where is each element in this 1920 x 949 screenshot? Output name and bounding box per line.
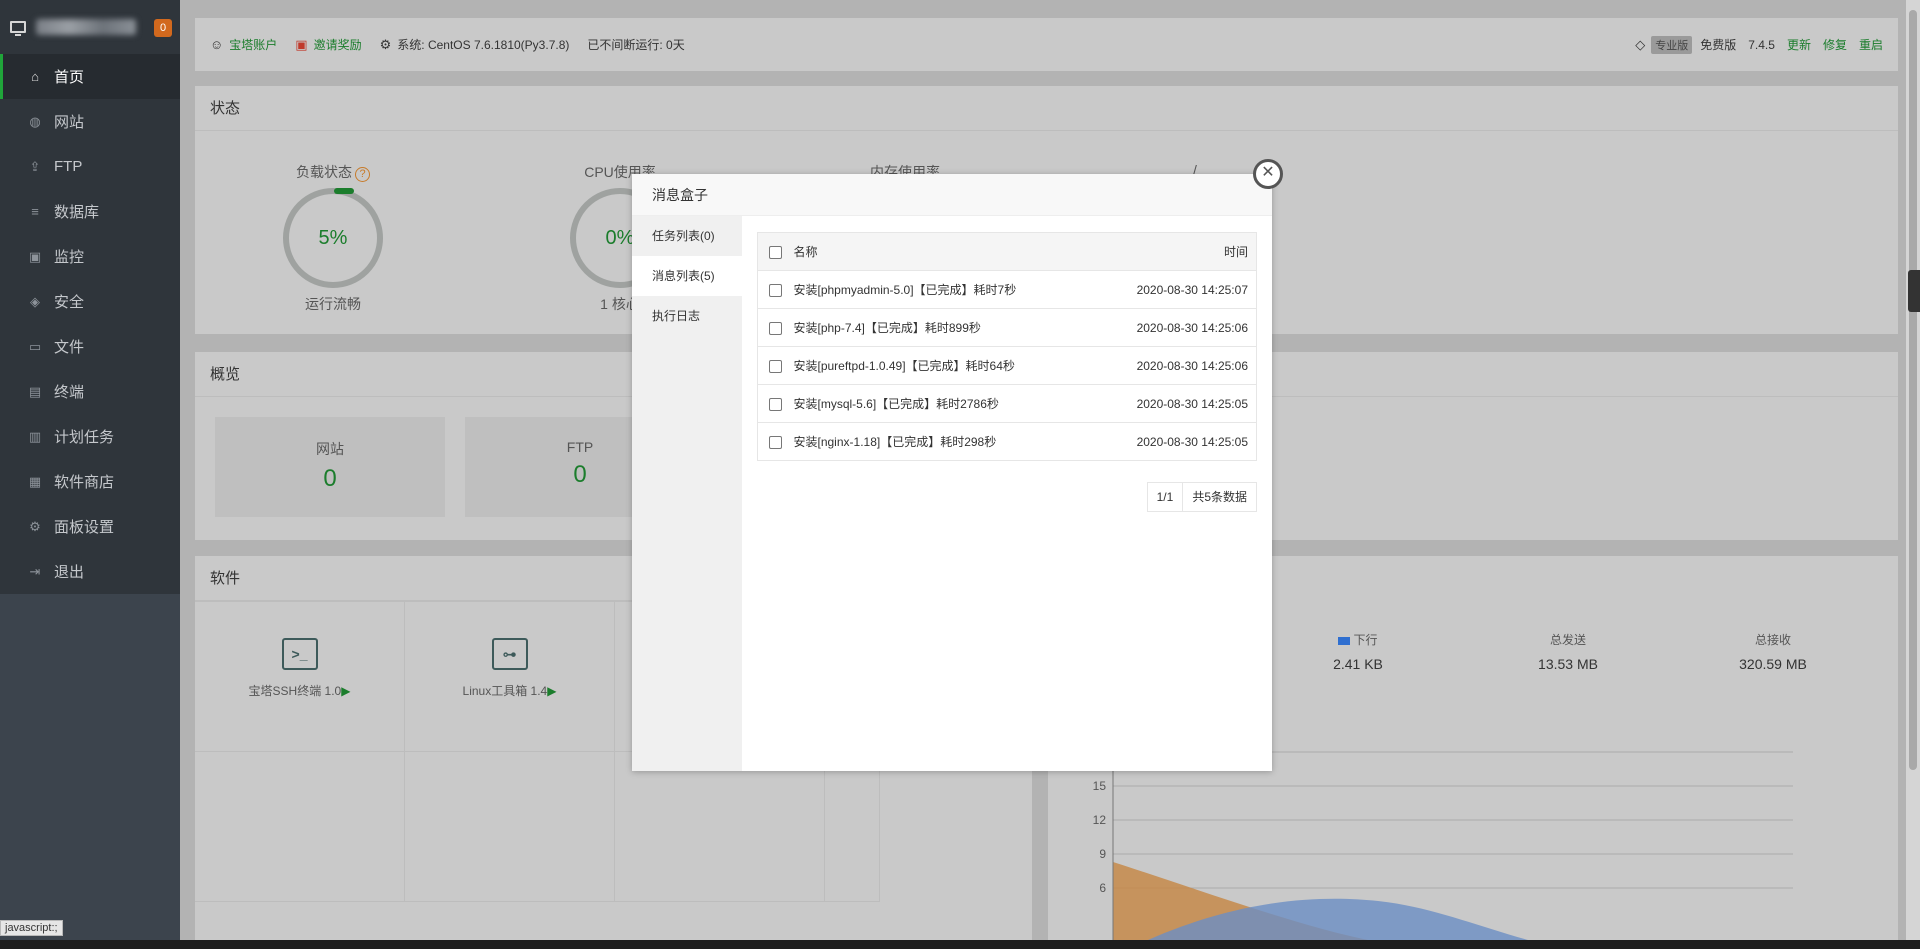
- message-time: 2020-08-30 14:25:05: [1094, 384, 1257, 423]
- message-table: 名称 时间 安装[phpmyadmin-5.0]【已完成】耗时7秒 2020-08…: [757, 232, 1257, 461]
- message-time: 2020-08-30 14:25:06: [1094, 308, 1257, 347]
- table-row[interactable]: 安装[mysql-5.6]【已完成】耗时2786秒 2020-08-30 14:2…: [757, 384, 1257, 423]
- page-indicator[interactable]: 1/1: [1148, 483, 1183, 511]
- table-row[interactable]: 安装[pureftpd-1.0.49]【已完成】耗时64秒 2020-08-30 …: [757, 346, 1257, 385]
- table-row[interactable]: 安装[nginx-1.18]【已完成】耗时298秒 2020-08-30 14:2…: [757, 422, 1257, 461]
- page-scrollbar[interactable]: [1906, 0, 1920, 940]
- message-time: 2020-08-30 14:25:05: [1094, 422, 1257, 461]
- scrollbar-thumb[interactable]: [1909, 10, 1917, 770]
- table-header-row: 名称 时间: [757, 232, 1257, 271]
- status-tooltip: javascript:;: [0, 920, 63, 936]
- message-name: 安装[mysql-5.6]【已完成】耗时2786秒: [793, 384, 1095, 423]
- message-name: 安装[phpmyadmin-5.0]【已完成】耗时7秒: [793, 270, 1095, 309]
- message-name: 安装[nginx-1.18]【已完成】耗时298秒: [793, 422, 1095, 461]
- table-row[interactable]: 安装[phpmyadmin-5.0]【已完成】耗时7秒 2020-08-30 14…: [757, 270, 1257, 309]
- tab-message-list[interactable]: 消息列表(5): [632, 256, 742, 296]
- col-name-header: 名称: [793, 232, 1095, 271]
- message-name: 安装[pureftpd-1.0.49]【已完成】耗时64秒: [793, 346, 1095, 385]
- row-checkbox[interactable]: [769, 435, 783, 449]
- modal-tabs: 任务列表(0) 消息列表(5) 执行日志: [632, 216, 742, 771]
- row-checkbox[interactable]: [769, 321, 783, 335]
- modal-title: 消息盒子: [632, 174, 1272, 216]
- message-box-modal: 消息盒子 ✕ 任务列表(0) 消息列表(5) 执行日志 名称 时间 安装[php…: [632, 159, 1283, 771]
- message-table-area: 名称 时间 安装[phpmyadmin-5.0]【已完成】耗时7秒 2020-08…: [757, 232, 1257, 512]
- row-checkbox[interactable]: [769, 283, 783, 297]
- taskbar-strip: [0, 940, 1920, 949]
- tab-exec-log[interactable]: 执行日志: [632, 296, 742, 336]
- message-name: 安装[php-7.4]【已完成】耗时899秒: [793, 308, 1095, 347]
- total-count: 共5条数据: [1182, 483, 1256, 511]
- select-all-checkbox[interactable]: [769, 245, 783, 259]
- table-row[interactable]: 安装[php-7.4]【已完成】耗时899秒 2020-08-30 14:25:0…: [757, 308, 1257, 347]
- message-time: 2020-08-30 14:25:06: [1094, 346, 1257, 385]
- close-icon[interactable]: ✕: [1253, 159, 1283, 189]
- col-time-header: 时间: [1094, 232, 1257, 271]
- row-checkbox[interactable]: [769, 397, 783, 411]
- row-checkbox[interactable]: [769, 359, 783, 373]
- tab-task-list[interactable]: 任务列表(0): [632, 216, 742, 256]
- message-time: 2020-08-30 14:25:07: [1094, 270, 1257, 309]
- pagination: 1/1 共5条数据: [1146, 482, 1257, 512]
- side-tab-handle[interactable]: [1908, 270, 1920, 312]
